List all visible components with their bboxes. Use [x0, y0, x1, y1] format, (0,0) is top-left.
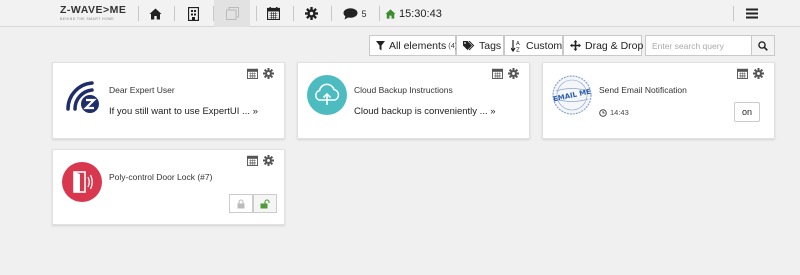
custom-sort-label: Custom [526, 39, 563, 52]
calendar-icon[interactable] [247, 155, 258, 166]
svg-text:Z: Z [516, 47, 520, 52]
unlock-icon [260, 198, 270, 208]
menu-button[interactable] [740, 0, 764, 27]
home-icon [149, 8, 161, 19]
hamburger-icon [746, 8, 758, 19]
nav-notifications[interactable]: 5 [342, 0, 368, 27]
rooms-icon [187, 6, 199, 21]
zwave-logo[interactable]: Z-WAVE>ME BEHIND THE SMART HOME [60, 5, 126, 23]
tags-icon [463, 40, 475, 50]
home-icon [385, 8, 396, 19]
widget-card: Cloud Backup Instructions Cloud backup i… [297, 62, 530, 139]
widget-icon [61, 161, 103, 203]
clock-text: 15:30:43 [399, 7, 442, 20]
widget-title: Cloud Backup Instructions [354, 85, 453, 95]
drag-drop-button[interactable]: Drag & Drop [563, 35, 644, 56]
widget-tools [492, 68, 519, 79]
on-button[interactable]: on [734, 102, 760, 122]
widget-text-link[interactable]: Cloud backup is conveniently ... » [354, 106, 496, 117]
move-arrows-icon [570, 40, 581, 51]
cloud-upload-icon [307, 75, 347, 115]
nav-divider [174, 6, 175, 21]
search-input[interactable]: Enter search query [645, 35, 751, 56]
search-button[interactable] [751, 35, 775, 56]
top-navbar: Z-WAVE>ME BEHIND THE SMART HOME 5 15:30:… [0, 0, 800, 27]
all-elements-button[interactable]: All elements (4) [369, 35, 457, 56]
filter-icon [376, 40, 385, 50]
nav-divider [733, 6, 734, 21]
custom-sort-button[interactable]: AZ Custom [504, 35, 563, 56]
widget-card: EMAIL ME Send Email Notification 14:43 o… [542, 62, 775, 139]
lock-button[interactable] [229, 194, 253, 213]
nav-divider [331, 6, 332, 21]
widget-icon [61, 74, 103, 116]
widget-title: Dear Expert User [109, 85, 175, 95]
lock-icon [237, 198, 245, 208]
nav-rooms[interactable] [180, 0, 206, 27]
nav-clock: 15:30:43 [385, 0, 461, 27]
gear-icon[interactable] [263, 155, 274, 166]
notification-count: 5 [361, 8, 367, 19]
widget-title: Poly-control Door Lock (#7) [109, 172, 213, 182]
zwave-logo-icon [66, 81, 99, 113]
nav-divider [293, 6, 294, 21]
nav-settings[interactable] [298, 0, 324, 27]
calendar-icon [266, 7, 280, 20]
nav-divider [138, 6, 139, 21]
elements-icon [225, 7, 239, 20]
calendar-icon[interactable] [737, 68, 748, 79]
gear-icon[interactable] [263, 68, 274, 79]
nav-events[interactable] [260, 0, 286, 27]
gear-icon[interactable] [508, 68, 519, 79]
widget-icon: EMAIL ME [551, 74, 593, 116]
widget-text-link[interactable]: If you still want to use ExpertUI ... » [109, 106, 258, 117]
widget-icon [306, 74, 348, 116]
comment-icon [343, 7, 358, 19]
widget-time: 14:43 [599, 108, 629, 117]
widget-tools [737, 68, 764, 79]
nav-divider [379, 6, 380, 21]
gear-icon [304, 7, 318, 20]
lock-controls [229, 194, 277, 213]
nav-elements[interactable] [214, 0, 250, 27]
widget-time-text: 14:43 [610, 108, 629, 117]
tags-button[interactable]: Tags [456, 35, 504, 56]
sort-alpha-icon: AZ [511, 39, 520, 52]
clock-icon [599, 108, 607, 117]
search-icon [758, 40, 768, 51]
tags-label: Tags [479, 39, 502, 52]
all-elements-label: All elements [389, 39, 447, 52]
drag-drop-label: Drag & Drop [585, 39, 644, 52]
calendar-icon[interactable] [492, 68, 503, 79]
nav-home[interactable] [142, 0, 168, 27]
widget-title: Send Email Notification [599, 85, 687, 95]
nav-divider [256, 6, 257, 21]
unlock-button[interactable] [253, 194, 277, 213]
widget-card: Dear Expert User If you still want to us… [52, 62, 285, 139]
widget-card: Poly-control Door Lock (#7) [52, 149, 285, 225]
email-stamp-icon: EMAIL ME [552, 75, 592, 115]
widget-tools [247, 155, 274, 166]
widget-tools [247, 68, 274, 79]
door-lock-icon [62, 162, 102, 202]
svg-text:A: A [516, 41, 520, 47]
logo-text: Z-WAVE>ME [60, 4, 127, 16]
gear-icon[interactable] [753, 68, 764, 79]
logo-tagline: BEHIND THE SMART HOME [60, 17, 115, 21]
calendar-icon[interactable] [247, 68, 258, 79]
